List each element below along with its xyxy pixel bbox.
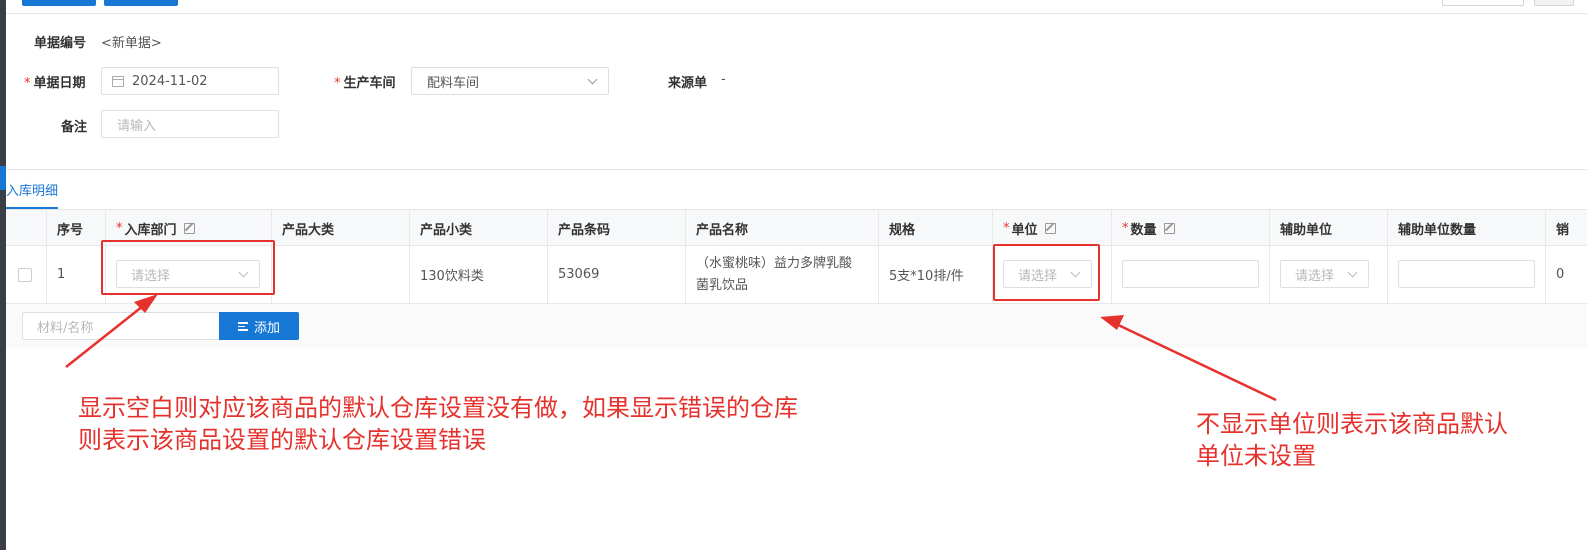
col-header-unit[interactable]: * 单位: [1003, 210, 1056, 246]
col-header-quantity-label: 数量: [1130, 222, 1157, 238]
add-button-label: 添加: [253, 320, 280, 336]
workshop-label-text: 生产车间: [343, 76, 396, 91]
col-divider: [1269, 210, 1270, 304]
edit-icon[interactable]: [183, 222, 195, 234]
col-header-subcategory: 产品小类: [420, 222, 473, 238]
cell-barcode: 53069: [558, 267, 600, 282]
col-divider: [46, 210, 47, 304]
required-mark: *: [24, 76, 31, 91]
cell-spec: 5支*10排/件: [889, 269, 964, 284]
col-divider: [1111, 210, 1112, 304]
aux-unit-placeholder: 请选择: [1295, 268, 1335, 284]
material-search-input[interactable]: 材料/名称: [22, 312, 220, 340]
col-header-unit-label: 单位: [1011, 222, 1038, 238]
col-divider: [1387, 210, 1388, 304]
aux-unit-select[interactable]: 请选择: [1280, 260, 1369, 288]
col-divider: [409, 210, 410, 304]
list-add-icon: [237, 321, 248, 331]
col-header-department-label: 入库部门: [124, 222, 177, 238]
annotation-right-line2: 单位未设置: [1196, 442, 1316, 470]
required-mark: *: [1122, 220, 1129, 236]
date-value: 2024-11-02: [132, 73, 208, 89]
cell-product-name: （水蜜桃味）益力多牌乳酸 菌乳饮品: [696, 246, 852, 303]
col-header-name: 产品名称: [696, 222, 749, 238]
top-action-button-4[interactable]: [1534, 0, 1574, 6]
date-label-text: 单据日期: [33, 76, 86, 91]
chevron-down-icon: [1347, 267, 1358, 278]
calendar-icon: [112, 75, 124, 87]
remark-label: 备注: [61, 120, 88, 135]
left-sidebar-strip: [0, 0, 6, 550]
col-header-spec: 规格: [889, 222, 916, 238]
doc-no-label: 单据编号: [34, 36, 87, 51]
annotation-left: 显示空白则对应该商品的默认仓库设置没有做，如果显示错误的仓库 则表示该商品设置的…: [78, 392, 798, 456]
annotation-left-line2: 则表示该商品设置的默认仓库设置错误: [78, 426, 486, 454]
top-action-button-1[interactable]: [22, 0, 96, 6]
row-checkbox[interactable]: [18, 268, 32, 282]
col-header-aux-quantity: 辅助单位数量: [1398, 222, 1477, 238]
col-header-barcode: 产品条码: [558, 222, 611, 238]
col-header-aux-unit: 辅助单位: [1280, 222, 1333, 238]
workshop-value: 配料车间: [427, 75, 480, 91]
source-label: 来源单: [668, 76, 708, 91]
col-header-quantity[interactable]: * 数量: [1122, 210, 1175, 246]
top-action-button-2[interactable]: [104, 0, 178, 6]
remark-placeholder: 请输入: [117, 118, 157, 134]
doc-no-value: <新单据>: [101, 36, 162, 51]
product-name-line2: 菌乳饮品: [696, 277, 749, 293]
toolbar-divider: [6, 13, 1587, 14]
annotation-right: 不显示单位则表示该商品默认 单位未设置: [1196, 408, 1508, 472]
col-header-index: 序号: [57, 222, 84, 238]
workshop-label: * 生产车间: [334, 72, 396, 91]
aux-quantity-input[interactable]: [1398, 260, 1535, 288]
highlight-box-department: [101, 240, 275, 295]
quantity-input[interactable]: [1122, 260, 1259, 288]
required-mark: *: [1003, 220, 1010, 236]
material-placeholder: 材料/名称: [37, 320, 94, 336]
cell-last: 0: [1556, 267, 1565, 282]
col-header-sales: 销: [1556, 222, 1570, 238]
edit-icon[interactable]: [1163, 222, 1175, 234]
highlight-box-unit: [993, 244, 1100, 301]
col-divider: [1545, 210, 1546, 304]
top-action-button-3[interactable]: [1442, 0, 1524, 6]
date-label: * 单据日期: [24, 72, 86, 91]
source-value: -: [721, 72, 726, 87]
remark-input[interactable]: 请输入: [101, 110, 279, 138]
col-divider: [547, 210, 548, 304]
col-divider: [878, 210, 879, 304]
date-picker[interactable]: 2024-11-02: [101, 67, 279, 95]
cell-subcategory: 130饮料类: [420, 269, 484, 284]
col-divider: [685, 210, 686, 304]
section-divider: [6, 169, 1587, 170]
annotation-left-line1: 显示空白则对应该商品的默认仓库设置没有做，如果显示错误的仓库: [78, 394, 798, 422]
product-name-line1: （水蜜桃味）益力多牌乳酸: [696, 255, 853, 271]
chevron-down-icon: [587, 74, 598, 85]
tab-inbound-detail[interactable]: 入库明细: [6, 170, 58, 209]
col-header-category: 产品大类: [282, 222, 335, 238]
workshop-select[interactable]: 配料车间: [411, 67, 609, 95]
edit-icon[interactable]: [1044, 222, 1056, 234]
required-mark: *: [116, 220, 123, 236]
annotation-right-line1: 不显示单位则表示该商品默认: [1196, 410, 1508, 438]
cell-index: 1: [57, 267, 66, 282]
required-mark: *: [334, 76, 341, 91]
add-button[interactable]: 添加: [219, 312, 299, 340]
